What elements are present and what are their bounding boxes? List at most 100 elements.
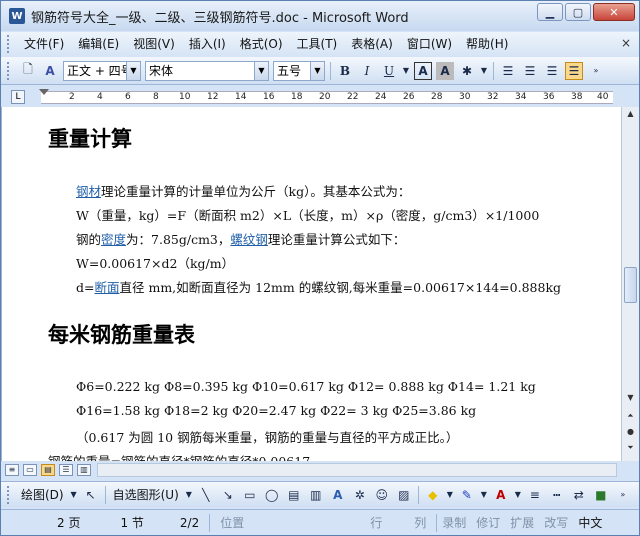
ruler-number: 40 <box>597 92 609 102</box>
arrow-style-icon[interactable]: ⇄ <box>570 486 588 504</box>
align-right-icon[interactable]: ☰ <box>543 62 561 80</box>
reading-view-icon[interactable]: ▥ <box>77 464 91 476</box>
next-page-icon[interactable]: ⏷ <box>624 443 637 455</box>
previous-page-icon[interactable]: ⏶ <box>624 411 637 423</box>
status-record[interactable]: 录制 <box>437 514 471 531</box>
paragraph-1-text: 理论重量计算的计量单位为公斤（kg）。其基本公式为： <box>101 184 411 199</box>
character-scaling-icon[interactable]: ✱ <box>458 62 476 80</box>
align-left-icon[interactable]: ☰ <box>499 62 517 80</box>
character-shading-icon[interactable]: A <box>436 61 454 80</box>
maximize-button[interactable]: ▢ <box>565 3 591 21</box>
toolbar-grip[interactable] <box>7 61 11 80</box>
ruler-number: 30 <box>459 92 471 102</box>
paragraph-1: 钢材理论重量计算的计量单位为公斤（kg）。其基本公式为： <box>76 181 410 200</box>
chevron-down-icon[interactable]: ▼ <box>310 61 324 80</box>
toolbar-options-icon[interactable]: » <box>587 62 605 80</box>
document-page[interactable]: 重量计算 钢材理论重量计算的计量单位为公斤（kg）。其基本公式为： W（重量，k… <box>1 107 621 461</box>
font-size-combo[interactable]: 五号 ▼ <box>273 60 325 81</box>
normal-view-icon[interactable]: ≡ <box>5 464 19 476</box>
autoshapes-menu-button[interactable]: 自选图形(U) <box>109 486 183 503</box>
close-icon: ✕ <box>609 5 619 19</box>
chevron-down-icon[interactable]: ▼ <box>185 486 193 504</box>
chevron-down-icon[interactable]: ▼ <box>480 62 488 80</box>
browse-object-icon[interactable]: ● <box>624 427 637 439</box>
toolbar-options-icon[interactable]: » <box>614 486 632 504</box>
vertical-text-box-icon[interactable]: ▥ <box>307 486 325 504</box>
clip-art-icon[interactable]: ☺ <box>373 486 391 504</box>
style-combo[interactable]: 正文 + 四号, ▼ <box>63 60 141 81</box>
vertical-scroll-thumb[interactable] <box>624 267 637 303</box>
chevron-down-icon[interactable]: ▼ <box>402 62 410 80</box>
chevron-down-icon[interactable]: ▼ <box>254 61 268 80</box>
status-overtype[interactable]: 改写 <box>539 514 573 531</box>
menu-insert[interactable]: 插入(I) <box>182 34 233 54</box>
ruler-number: 28 <box>431 92 443 102</box>
menu-view[interactable]: 视图(V) <box>126 34 182 54</box>
character-border-icon[interactable]: A <box>414 61 432 80</box>
ruler-scale[interactable]: 2 4 6 8 10 12 14 16 18 20 22 24 26 28 30… <box>41 91 613 104</box>
minimize-button[interactable]: ▁ <box>537 3 563 21</box>
chevron-down-icon[interactable]: ▼ <box>480 486 488 504</box>
indent-marker[interactable] <box>39 89 49 95</box>
drawing-grip[interactable] <box>7 485 11 504</box>
justify-icon[interactable]: ☰ <box>565 61 583 80</box>
link-steel[interactable]: 钢材 <box>76 184 101 199</box>
chevron-down-icon[interactable]: ▼ <box>446 486 454 504</box>
link-rebar[interactable]: 螺纹钢 <box>230 232 268 247</box>
chevron-down-icon[interactable]: ▼ <box>126 61 140 80</box>
dash-style-icon[interactable]: ┅ <box>548 486 566 504</box>
document-close-button[interactable]: × <box>621 36 631 50</box>
bold-button[interactable]: B <box>336 62 354 80</box>
shadow-style-icon[interactable]: ■ <box>592 486 610 504</box>
font-color-icon[interactable]: A <box>492 486 510 504</box>
title-bar: W 钢筋符号大全_一级、二级、三级钢筋符号.doc - Microsoft Wo… <box>1 1 639 31</box>
tab-selector-button[interactable]: L <box>11 90 25 104</box>
chevron-down-icon[interactable]: ▼ <box>70 486 78 504</box>
vertical-scrollbar[interactable]: ▲ ▼ ⏶ ● ⏷ <box>621 107 639 461</box>
draw-menu-button[interactable]: 绘图(D) <box>17 486 68 503</box>
status-track-changes[interactable]: 修订 <box>471 514 505 531</box>
picture-icon[interactable]: ▨ <box>395 486 413 504</box>
diagram-icon[interactable]: ✲ <box>351 486 369 504</box>
line-color-icon[interactable]: ✎ <box>458 486 476 504</box>
align-center-icon[interactable]: ☰ <box>521 62 539 80</box>
rectangle-icon[interactable]: ▭ <box>241 486 259 504</box>
oval-icon[interactable]: ◯ <box>263 486 281 504</box>
fill-color-icon[interactable]: ◆ <box>424 486 442 504</box>
status-extend[interactable]: 扩展 <box>505 514 539 531</box>
menu-grip[interactable] <box>7 35 11 53</box>
link-section[interactable]: 断面 <box>94 280 119 295</box>
styles-pane-icon[interactable]: A <box>41 62 59 80</box>
menu-table[interactable]: 表格(A) <box>344 34 400 54</box>
menu-tools[interactable]: 工具(T) <box>290 34 345 54</box>
paragraph-3-text-a: 钢的 <box>76 232 102 247</box>
web-view-icon[interactable]: ▭ <box>23 464 37 476</box>
close-window-button[interactable]: ✕ <box>593 3 635 21</box>
menu-format[interactable]: 格式(O) <box>233 34 290 54</box>
scroll-up-icon[interactable]: ▲ <box>624 109 637 121</box>
font-combo[interactable]: 宋体 ▼ <box>145 60 269 81</box>
menu-window[interactable]: 窗口(W) <box>400 34 459 54</box>
scroll-down-icon[interactable]: ▼ <box>624 393 637 405</box>
line-icon[interactable]: ╲ <box>197 486 215 504</box>
text-box-icon[interactable]: ▤ <box>285 486 303 504</box>
ruler-number: 4 <box>97 92 103 102</box>
horizontal-scrollbar[interactable] <box>97 463 617 477</box>
line-style-icon[interactable]: ≡ <box>526 486 544 504</box>
italic-button[interactable]: I <box>358 62 376 80</box>
link-density[interactable]: 密度 <box>101 232 126 247</box>
outline-view-icon[interactable]: ☰ <box>59 464 73 476</box>
menu-edit[interactable]: 编辑(E) <box>71 34 126 54</box>
select-objects-icon[interactable]: ↖ <box>82 486 100 504</box>
print-view-icon[interactable]: ▤ <box>41 464 55 476</box>
menu-help[interactable]: 帮助(H) <box>459 34 515 54</box>
ruler-number: 16 <box>263 92 275 102</box>
new-document-icon[interactable]: 🗋 <box>19 62 37 80</box>
chevron-down-icon[interactable]: ▼ <box>514 486 522 504</box>
status-language: 中文 <box>578 516 603 530</box>
menu-file[interactable]: 文件(F) <box>17 34 71 54</box>
underline-button[interactable]: U <box>380 62 398 80</box>
status-position: 位置 <box>220 516 245 530</box>
arrow-icon[interactable]: ↘ <box>219 486 237 504</box>
wordart-icon[interactable]: A <box>329 486 347 504</box>
